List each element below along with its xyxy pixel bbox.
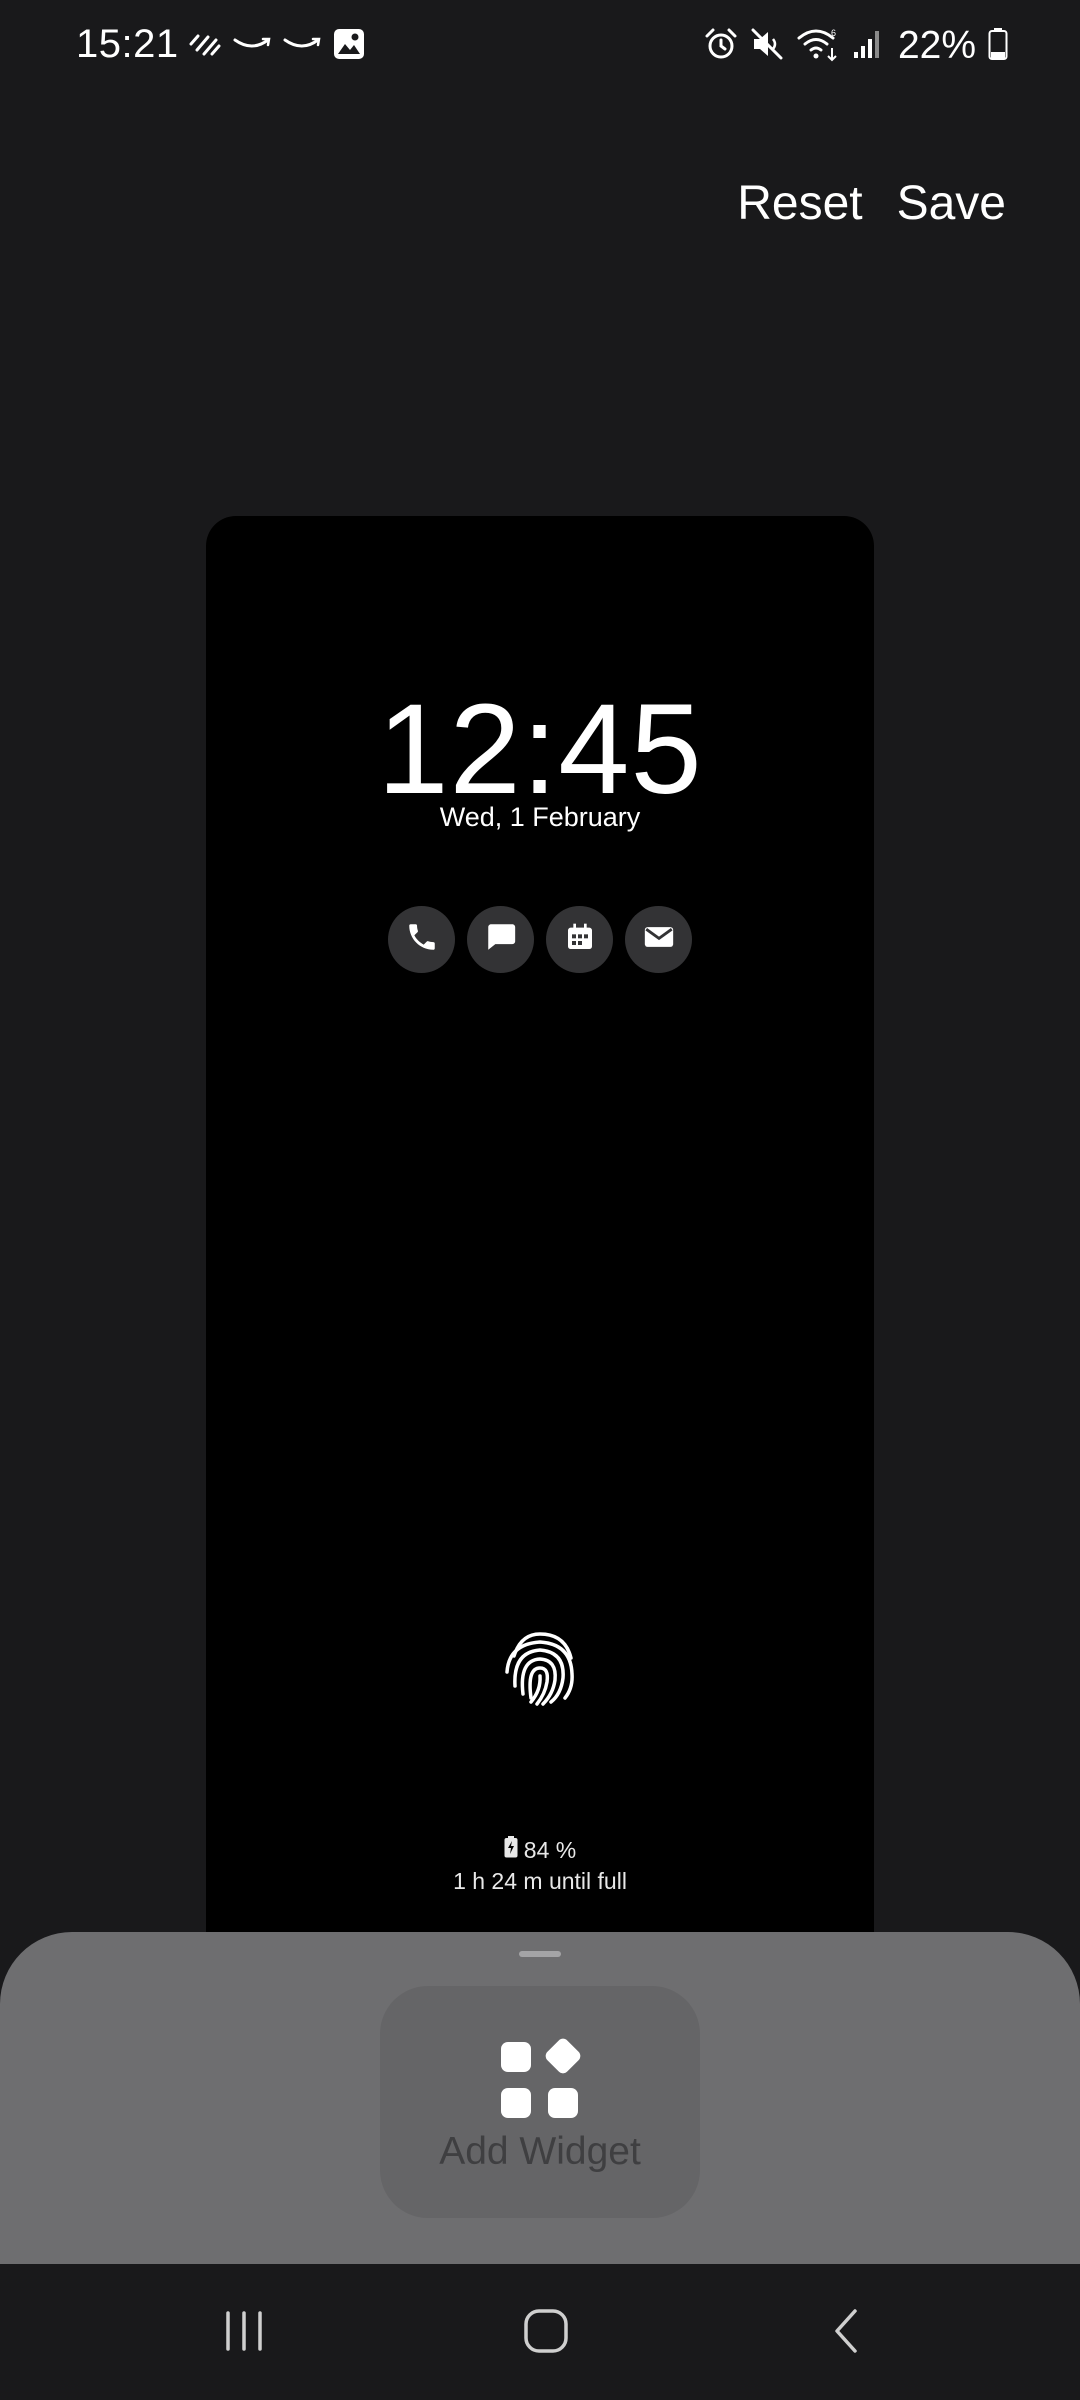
- status-left-icons: [188, 26, 366, 66]
- battery-icon: [988, 27, 1008, 66]
- email-icon: [642, 920, 676, 959]
- clock[interactable]: 12:45: [206, 676, 874, 823]
- back-button[interactable]: [812, 2298, 882, 2368]
- status-right-icons: 6 22%: [704, 22, 1008, 70]
- amazon-icon: [232, 34, 272, 59]
- reset-button[interactable]: Reset: [737, 176, 862, 231]
- notification-icons: [206, 906, 874, 973]
- home-button[interactable]: [511, 2298, 581, 2368]
- charge-time-remaining: 1 h 24 m until full: [453, 1868, 627, 1894]
- widgets-icon: [497, 2036, 583, 2122]
- save-button[interactable]: Save: [897, 176, 1006, 231]
- status-bar: 15:21 6 22%: [0, 0, 1080, 92]
- sheet-drag-handle[interactable]: [519, 1951, 561, 1957]
- home-icon: [522, 2307, 570, 2360]
- date: Wed, 1 February: [439, 802, 641, 832]
- recent-apps-icon: [220, 2307, 268, 2360]
- phone-icon: [405, 920, 439, 959]
- svg-text:6: 6: [831, 28, 836, 38]
- bottom-sheet: Add Widget: [0, 1932, 1080, 2264]
- add-widget-button[interactable]: Add Widget: [380, 1986, 700, 2218]
- back-icon: [823, 2307, 871, 2360]
- status-time: 15:21: [76, 22, 179, 66]
- cell-signal-icon: [852, 28, 882, 65]
- header-actions: Reset Save: [737, 176, 1006, 231]
- calendar-icon: [564, 921, 596, 958]
- phone-shortcut: [388, 906, 455, 973]
- signal-waves-icon: [188, 31, 222, 62]
- calendar-shortcut: [546, 906, 613, 973]
- battery-level: 84 %: [523, 1836, 577, 1863]
- charging-status: 84 %: [206, 1836, 874, 1864]
- gallery-icon: [332, 27, 366, 66]
- amazon-icon: [282, 34, 322, 59]
- mute-icon: [750, 27, 784, 66]
- recent-apps-button[interactable]: [209, 2298, 279, 2368]
- add-widget-label: Add Widget: [439, 2130, 641, 2173]
- alarm-icon: [704, 27, 738, 66]
- email-shortcut: [625, 906, 692, 973]
- fingerprint-icon[interactable]: [499, 1626, 581, 1708]
- message-icon: [484, 920, 518, 959]
- screen: 15:21 6 22% Reset Save 12:45 Wed, 1 Febr…: [0, 0, 1080, 2400]
- message-shortcut: [467, 906, 534, 973]
- battery-percentage: 22%: [897, 24, 976, 67]
- wifi-icon: 6: [796, 26, 840, 67]
- lock-screen-preview[interactable]: 12:45 Wed, 1 February 84 % 1 h 24 m unti…: [206, 516, 874, 2016]
- charging-battery-icon: [504, 1836, 518, 1864]
- navigation-bar: [0, 2264, 1080, 2400]
